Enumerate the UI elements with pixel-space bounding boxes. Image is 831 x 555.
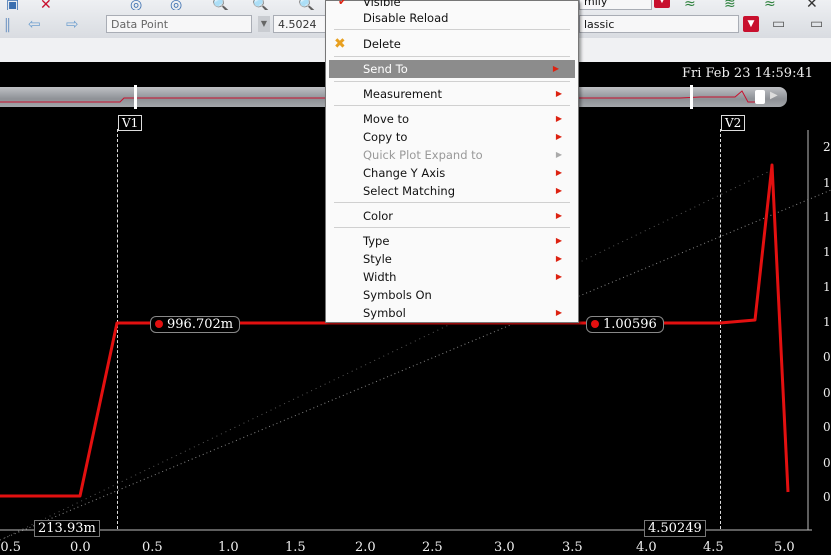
submenu-arrow-icon: ▶ bbox=[555, 272, 562, 281]
menu-item-label: Type bbox=[363, 234, 390, 248]
marker-value: 1.00596 bbox=[603, 317, 657, 332]
menu-item-type[interactable]: Type ▶ bbox=[326, 232, 578, 250]
menu-item-measurement[interactable]: Measurement ▶ bbox=[326, 85, 578, 103]
x-tick-label: -0.5 bbox=[0, 540, 22, 555]
x-tick-label: 3.0 bbox=[494, 540, 515, 555]
menu-separator bbox=[334, 29, 570, 30]
v2-x-readout: 4.50249 bbox=[644, 520, 706, 537]
menu-item-color[interactable]: Color ▶ bbox=[326, 207, 578, 225]
menu-item-symbols-on[interactable]: Symbols On bbox=[326, 286, 578, 304]
marker-label-left[interactable]: 996.702m bbox=[150, 316, 241, 333]
y-tick-label: 0 bbox=[823, 456, 831, 470]
menu-separator bbox=[334, 105, 570, 106]
y-tick-label: 0 bbox=[823, 420, 831, 434]
menu-item-label: Select Matching bbox=[363, 184, 456, 198]
submenu-arrow-icon: ▶ bbox=[555, 186, 562, 195]
y-tick-label: 1 bbox=[823, 245, 831, 259]
x-tick-label: 1.5 bbox=[285, 540, 306, 555]
menu-item-move-to[interactable]: Move to ▶ bbox=[326, 110, 578, 128]
menu-item-label: Delete bbox=[363, 37, 401, 51]
y-tick-label: 0 bbox=[823, 490, 831, 504]
menu-separator bbox=[334, 202, 570, 203]
submenu-arrow-icon: ▶ bbox=[555, 150, 562, 159]
marker-label-right[interactable]: 1.00596 bbox=[586, 316, 664, 333]
submenu-arrow-icon: ▶ bbox=[555, 254, 562, 263]
menu-item-label: Send To bbox=[363, 62, 408, 76]
menu-item-select-matching[interactable]: Select Matching ▶ bbox=[326, 182, 578, 200]
y-tick-label: 1 bbox=[823, 315, 831, 329]
submenu-arrow-icon: ▶ bbox=[555, 211, 562, 220]
menu-item-label: Width bbox=[363, 270, 397, 284]
menu-item-disable-reload[interactable]: Disable Reload bbox=[326, 9, 578, 27]
marker-value: 996.702m bbox=[167, 317, 234, 332]
y-tick-label: 0 bbox=[823, 350, 831, 364]
submenu-arrow-icon: ▶ bbox=[555, 308, 562, 317]
menu-item-copy-to[interactable]: Copy to ▶ bbox=[326, 128, 578, 146]
menu-item-delete[interactable]: ✖ Delete bbox=[326, 35, 578, 53]
x-tick-label: 4.0 bbox=[636, 540, 657, 555]
x-tick-label: 2.5 bbox=[422, 540, 443, 555]
submenu-arrow-icon: ▶ bbox=[555, 114, 562, 123]
menu-item-quick-plot-expand-to: Quick Plot Expand to ▶ bbox=[326, 146, 578, 164]
delete-x-icon: ✖ bbox=[334, 36, 346, 52]
menu-item-width[interactable]: Width ▶ bbox=[326, 268, 578, 286]
submenu-arrow-icon: ▶ bbox=[555, 132, 562, 141]
y-tick-label: 0 bbox=[823, 386, 831, 400]
x-tick-label: 5.0 bbox=[774, 540, 795, 555]
x-tick-label: 1.0 bbox=[218, 540, 239, 555]
y-tick-label: 1 bbox=[823, 280, 831, 294]
marker-dot bbox=[155, 320, 163, 328]
submenu-arrow-icon: ▶ bbox=[552, 64, 559, 73]
x-tick-label: 0.0 bbox=[70, 540, 91, 555]
y-tick-label: 1 bbox=[823, 176, 831, 190]
menu-item-label: Symbols On bbox=[363, 288, 432, 302]
submenu-arrow-icon: ▶ bbox=[555, 168, 562, 177]
x-tick-label: 3.5 bbox=[562, 540, 583, 555]
menu-item-label: Measurement bbox=[363, 87, 442, 101]
menu-item-label: Move to bbox=[363, 112, 410, 126]
menu-item-label: Quick Plot Expand to bbox=[363, 148, 483, 162]
menu-item-label: Visible bbox=[363, 0, 401, 9]
menu-item-symbol[interactable]: Symbol ▶ bbox=[326, 304, 578, 322]
submenu-arrow-icon: ▶ bbox=[555, 89, 562, 98]
menu-item-style[interactable]: Style ▶ bbox=[326, 250, 578, 268]
v1-x-readout: 213.93m bbox=[34, 520, 100, 537]
menu-item-label: Style bbox=[363, 252, 392, 266]
menu-item-label: Symbol bbox=[363, 306, 406, 320]
menu-item-change-y-axis[interactable]: Change Y Axis ▶ bbox=[326, 164, 578, 182]
menu-item-label: Change Y Axis bbox=[363, 166, 446, 180]
menu-item-send-to[interactable]: Send To ▶ bbox=[329, 60, 575, 78]
x-tick-label: 0.5 bbox=[142, 540, 163, 555]
menu-item-label: Copy to bbox=[363, 130, 408, 144]
x-tick-label: 4.5 bbox=[703, 540, 724, 555]
y-tick-label: 2 bbox=[823, 140, 831, 154]
context-menu: ✔ Visible Disable Reload ✖ Delete Send To ▶ Mea… bbox=[325, 0, 579, 323]
x-tick-label: 2.0 bbox=[355, 540, 376, 555]
menu-item-label: Disable Reload bbox=[363, 11, 449, 25]
menu-separator bbox=[334, 81, 570, 82]
menu-separator bbox=[334, 56, 570, 57]
menu-item-label: Color bbox=[363, 209, 394, 223]
menu-separator bbox=[334, 227, 570, 228]
y-tick-label: 1 bbox=[823, 210, 831, 224]
submenu-arrow-icon: ▶ bbox=[555, 236, 562, 245]
marker-dot bbox=[591, 320, 599, 328]
